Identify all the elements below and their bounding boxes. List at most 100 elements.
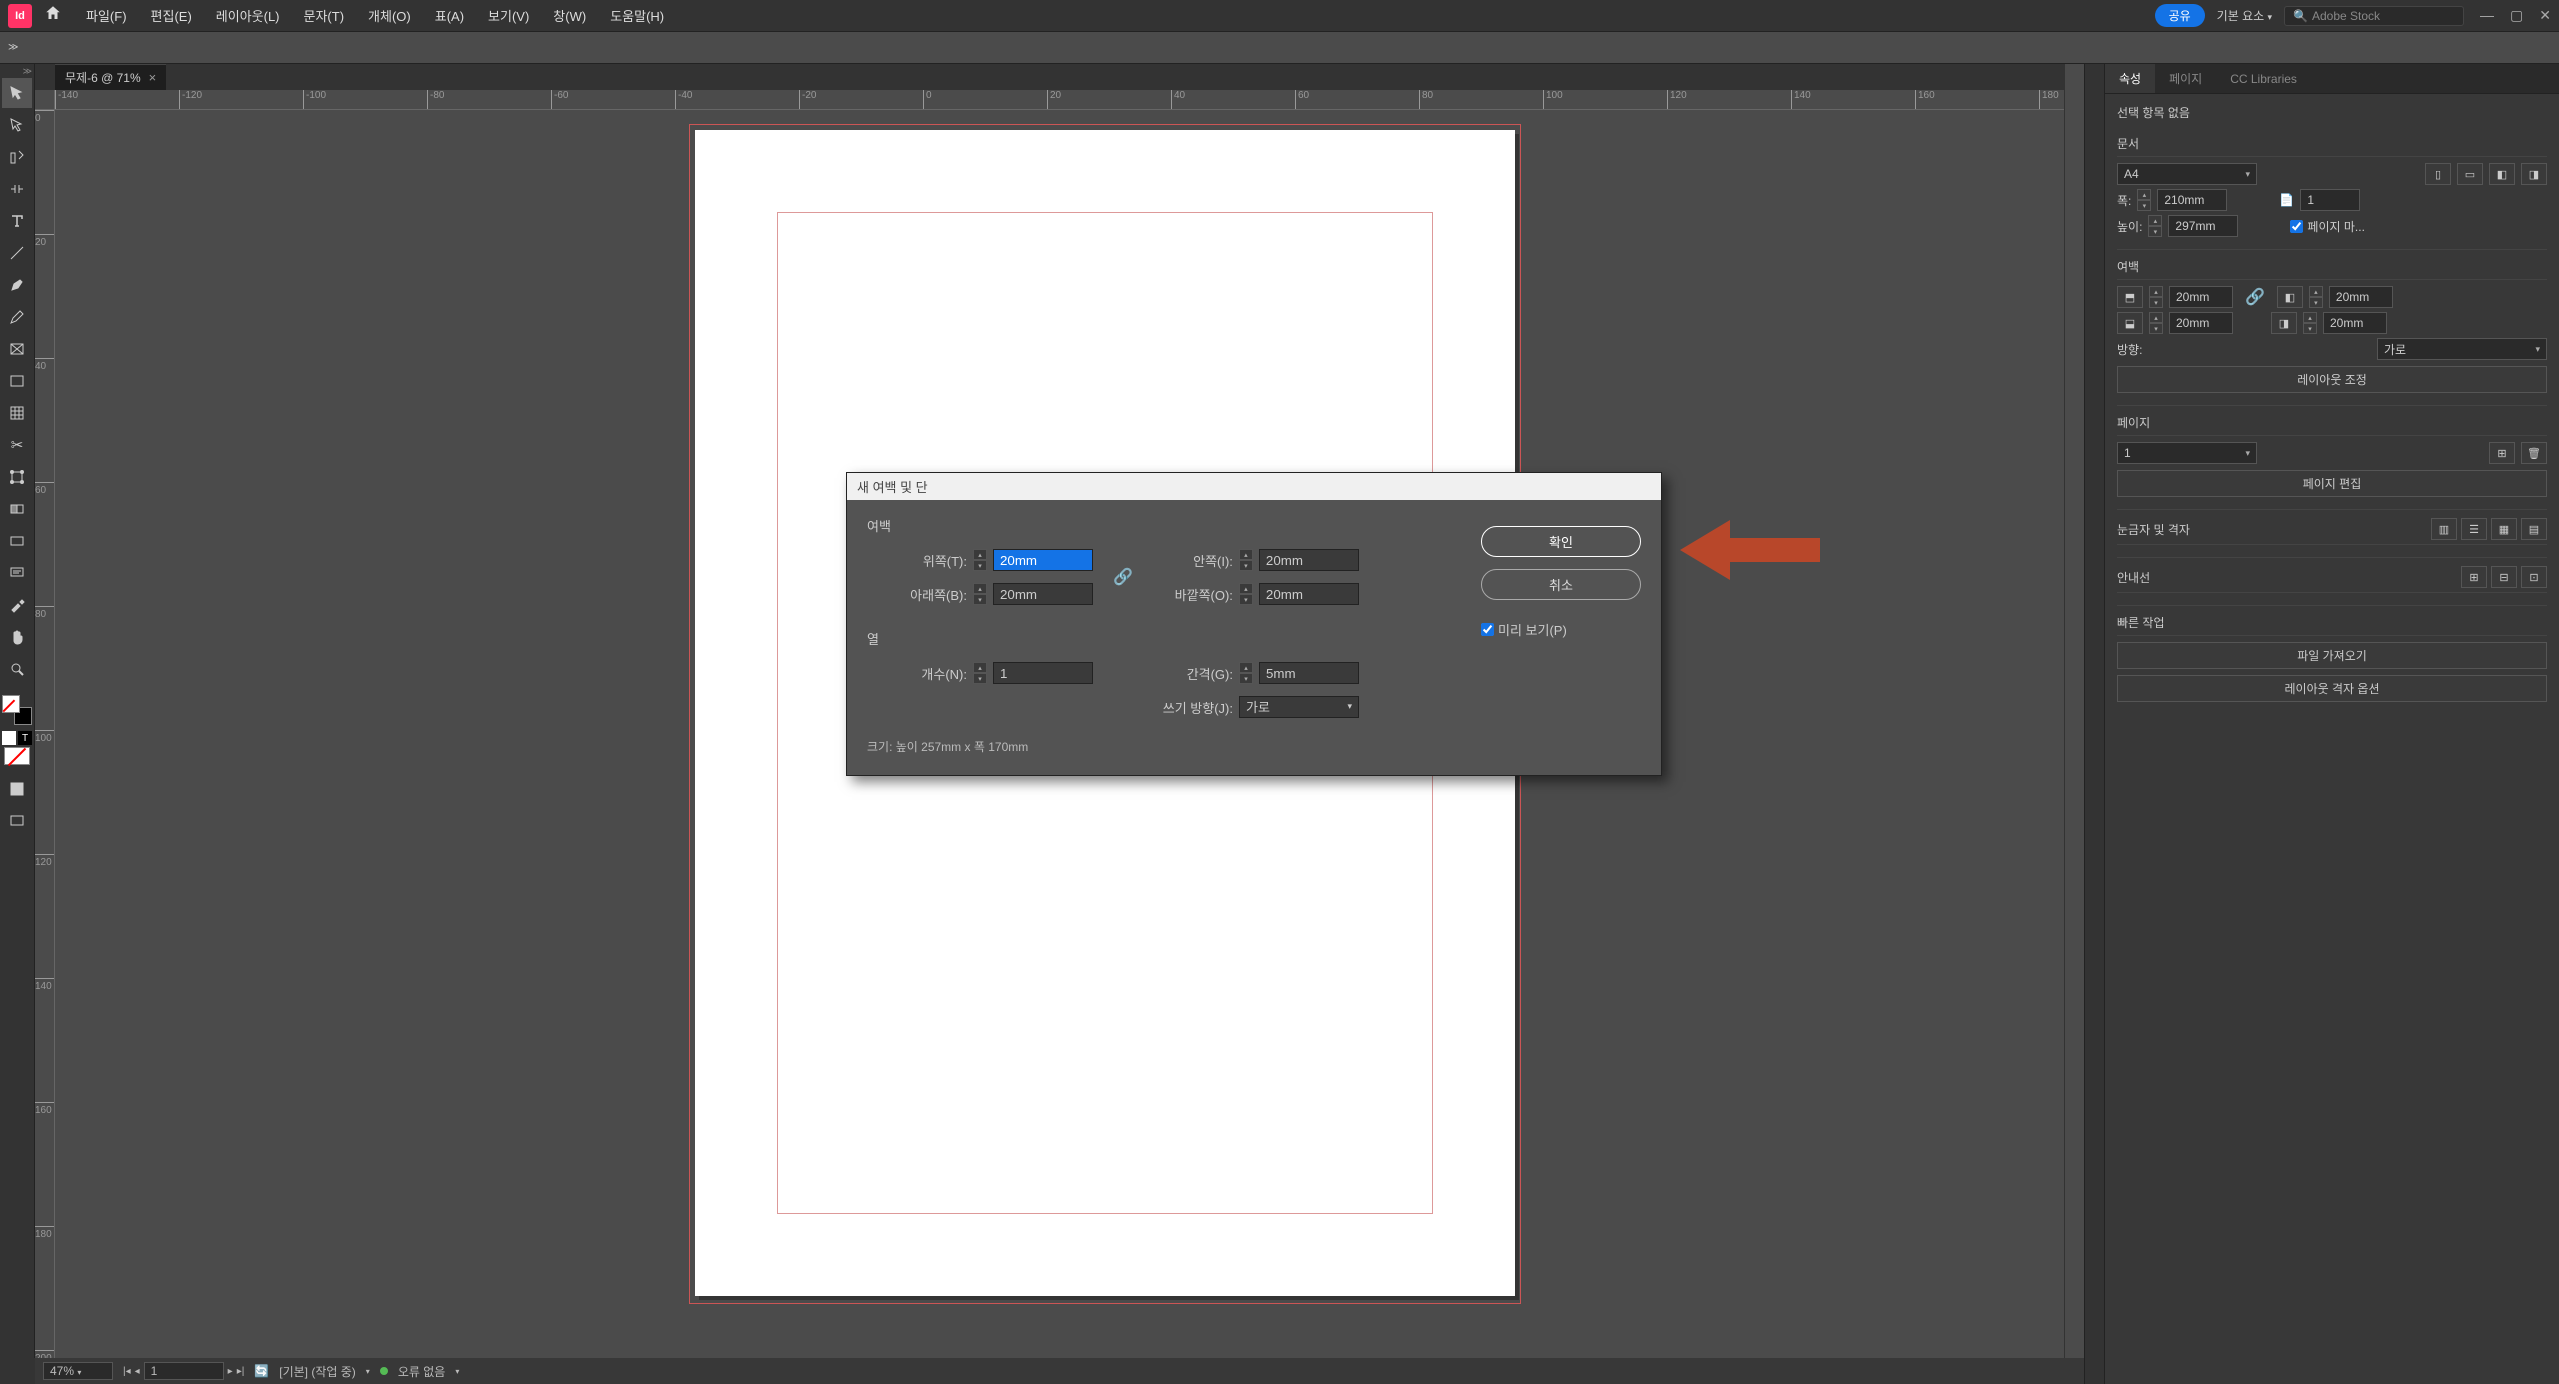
width-stepper[interactable]: ▴▾ <box>2137 189 2151 211</box>
fill-stroke-swatches[interactable] <box>2 695 32 725</box>
gutter-input[interactable] <box>1259 662 1359 684</box>
vertical-scrollbar[interactable] <box>2064 64 2084 1358</box>
close-icon[interactable]: ✕ <box>2539 7 2551 24</box>
adobe-stock-search[interactable]: 🔍 Adobe Stock <box>2284 6 2464 26</box>
margin-inside-input[interactable] <box>1259 549 1359 571</box>
new-page-icon[interactable]: ⊞ <box>2489 442 2515 464</box>
margin-top-stepper[interactable]: ▴▾ <box>973 549 987 571</box>
panel-margin-bottom-stepper[interactable]: ▴▾ <box>2149 312 2163 334</box>
page-nav-select[interactable]: 1▾ <box>2117 442 2257 464</box>
minimize-icon[interactable]: — <box>2480 7 2494 24</box>
menu-type[interactable]: 문자(T) <box>292 6 357 25</box>
margin-outside-input[interactable] <box>1259 583 1359 605</box>
link-margins-icon[interactable]: 🔗 <box>1105 567 1141 587</box>
guide-options-icon-1[interactable]: ⊞ <box>2461 566 2487 588</box>
fill-swatch[interactable] <box>2 695 20 713</box>
delete-page-icon[interactable]: 🗑 <box>2521 442 2547 464</box>
zoom-level-input[interactable]: 47% ▾ <box>43 1362 113 1380</box>
tab-pages[interactable]: 페이지 <box>2155 64 2216 93</box>
cancel-button[interactable]: 취소 <box>1481 569 1641 600</box>
direct-selection-tool-icon[interactable] <box>2 110 32 140</box>
first-page-icon[interactable]: |◂ <box>123 1366 131 1377</box>
layout-grid-options-button[interactable]: 레이아웃 격자 옵션 <box>2117 675 2547 702</box>
rectangle-tool-icon[interactable] <box>2 366 32 396</box>
selection-tool-icon[interactable] <box>2 78 32 108</box>
gradient-swatch-tool-icon[interactable] <box>2 494 32 524</box>
apply-color-text-icon[interactable]: T <box>18 731 32 745</box>
menu-table[interactable]: 표(A) <box>423 6 476 25</box>
gutter-stepper[interactable]: ▴▾ <box>1239 662 1253 684</box>
apply-none-icon[interactable] <box>4 747 30 765</box>
view-mode-icon[interactable] <box>2 774 32 804</box>
link-margins-panel-icon[interactable]: 🔗 <box>2239 287 2271 307</box>
panel-margin-top-stepper[interactable]: ▴▾ <box>2149 286 2163 308</box>
preview-checkbox[interactable]: 미리 보기(P) <box>1481 620 1641 639</box>
menu-layout[interactable]: 레이아웃(L) <box>204 6 292 25</box>
guide-options-icon-2[interactable]: ⊟ <box>2491 566 2517 588</box>
next-page-icon[interactable]: ▸ <box>228 1366 233 1377</box>
page-count-input[interactable]: 1 <box>2300 189 2360 211</box>
panel-margin-outside-input[interactable]: 20mm <box>2323 312 2387 334</box>
screen-mode-icon[interactable] <box>2 806 32 836</box>
eyedropper-tool-icon[interactable] <box>2 590 32 620</box>
preflight-status-icon[interactable] <box>380 1367 388 1375</box>
panel-margin-inside-stepper[interactable]: ▴▾ <box>2309 286 2323 308</box>
menu-edit[interactable]: 편집(E) <box>139 6 204 25</box>
master-spread-icon[interactable]: 🔄 <box>254 1364 269 1378</box>
orientation-landscape-icon[interactable]: ▭ <box>2457 163 2483 185</box>
gap-tool-icon[interactable] <box>2 174 32 204</box>
panel-margin-top-input[interactable]: 20mm <box>2169 286 2233 308</box>
adjust-layout-button[interactable]: 레이아웃 조정 <box>2117 366 2547 393</box>
panel-margin-inside-input[interactable]: 20mm <box>2329 286 2393 308</box>
writing-direction-select[interactable]: 가로▾ <box>1239 696 1359 718</box>
chevron-right-icon[interactable]: ≫ <box>23 66 34 77</box>
horizontal-ruler[interactable]: -140-120-100-80-60-40-200204060801001201… <box>55 90 2084 110</box>
panel-margin-bottom-input[interactable]: 20mm <box>2169 312 2233 334</box>
vertical-ruler[interactable]: 020406080100120140160180200220240 <box>35 110 55 1358</box>
menu-help[interactable]: 도움말(H) <box>598 6 676 25</box>
column-number-stepper[interactable]: ▴▾ <box>973 662 987 684</box>
grid-tool-icon[interactable] <box>2 398 32 428</box>
margin-bottom-input[interactable] <box>993 583 1093 605</box>
preflight-status-label[interactable]: 오류 없음 <box>398 1363 446 1380</box>
zoom-tool-icon[interactable] <box>2 654 32 684</box>
scissors-tool-icon[interactable]: ✂ <box>2 430 32 460</box>
place-file-button[interactable]: 파일 가져오기 <box>2117 642 2547 669</box>
layout-grid-icon[interactable]: ▤ <box>2521 518 2547 540</box>
margin-bottom-stepper[interactable]: ▴▾ <box>973 583 987 605</box>
menu-view[interactable]: 보기(V) <box>476 6 541 25</box>
margin-inside-stepper[interactable]: ▴▾ <box>1239 549 1253 571</box>
orientation-portrait-icon[interactable]: ▯ <box>2425 163 2451 185</box>
panel-margin-outside-stepper[interactable]: ▴▾ <box>2303 312 2317 334</box>
binding-left-icon[interactable]: ◧ <box>2489 163 2515 185</box>
tab-cc-libraries[interactable]: CC Libraries <box>2216 66 2311 92</box>
menu-file[interactable]: 파일(F) <box>74 6 139 25</box>
pencil-tool-icon[interactable] <box>2 302 32 332</box>
margin-top-input[interactable] <box>993 549 1093 571</box>
apply-color-fill-icon[interactable] <box>2 731 16 745</box>
hand-tool-icon[interactable] <box>2 622 32 652</box>
close-tab-icon[interactable]: × <box>149 70 157 85</box>
page-preset-select[interactable]: A4▾ <box>2117 163 2257 185</box>
margin-outside-stepper[interactable]: ▴▾ <box>1239 583 1253 605</box>
facing-pages-checkbox[interactable]: 페이지 마... <box>2290 218 2365 235</box>
preview-checkbox-input[interactable] <box>1481 623 1494 636</box>
workspace-switcher[interactable]: 기본 요소 ▾ <box>2217 7 2272 24</box>
document-tab[interactable]: 무제-6 @ 71% × <box>55 64 166 90</box>
line-tool-icon[interactable] <box>2 238 32 268</box>
master-spread-label[interactable]: [기본] (작업 중) <box>279 1363 356 1380</box>
panel-collapse-strip[interactable] <box>2085 64 2105 1384</box>
share-button[interactable]: 공유 <box>2155 4 2205 27</box>
menu-object[interactable]: 개체(O) <box>356 6 423 25</box>
tab-properties[interactable]: 속성 <box>2105 64 2155 93</box>
note-tool-icon[interactable] <box>2 558 32 588</box>
page-number-input[interactable]: 1 <box>144 1362 224 1380</box>
orientation-select[interactable]: 가로▾ <box>2377 338 2547 360</box>
edit-pages-button[interactable]: 페이지 편집 <box>2117 470 2547 497</box>
document-grid-icon[interactable]: ▦ <box>2491 518 2517 540</box>
baseline-grid-icon[interactable]: ☰ <box>2461 518 2487 540</box>
height-input[interactable]: 297mm <box>2168 215 2238 237</box>
page-tool-icon[interactable] <box>2 142 32 172</box>
home-icon[interactable] <box>44 4 62 27</box>
guide-options-icon-3[interactable]: ⊡ <box>2521 566 2547 588</box>
